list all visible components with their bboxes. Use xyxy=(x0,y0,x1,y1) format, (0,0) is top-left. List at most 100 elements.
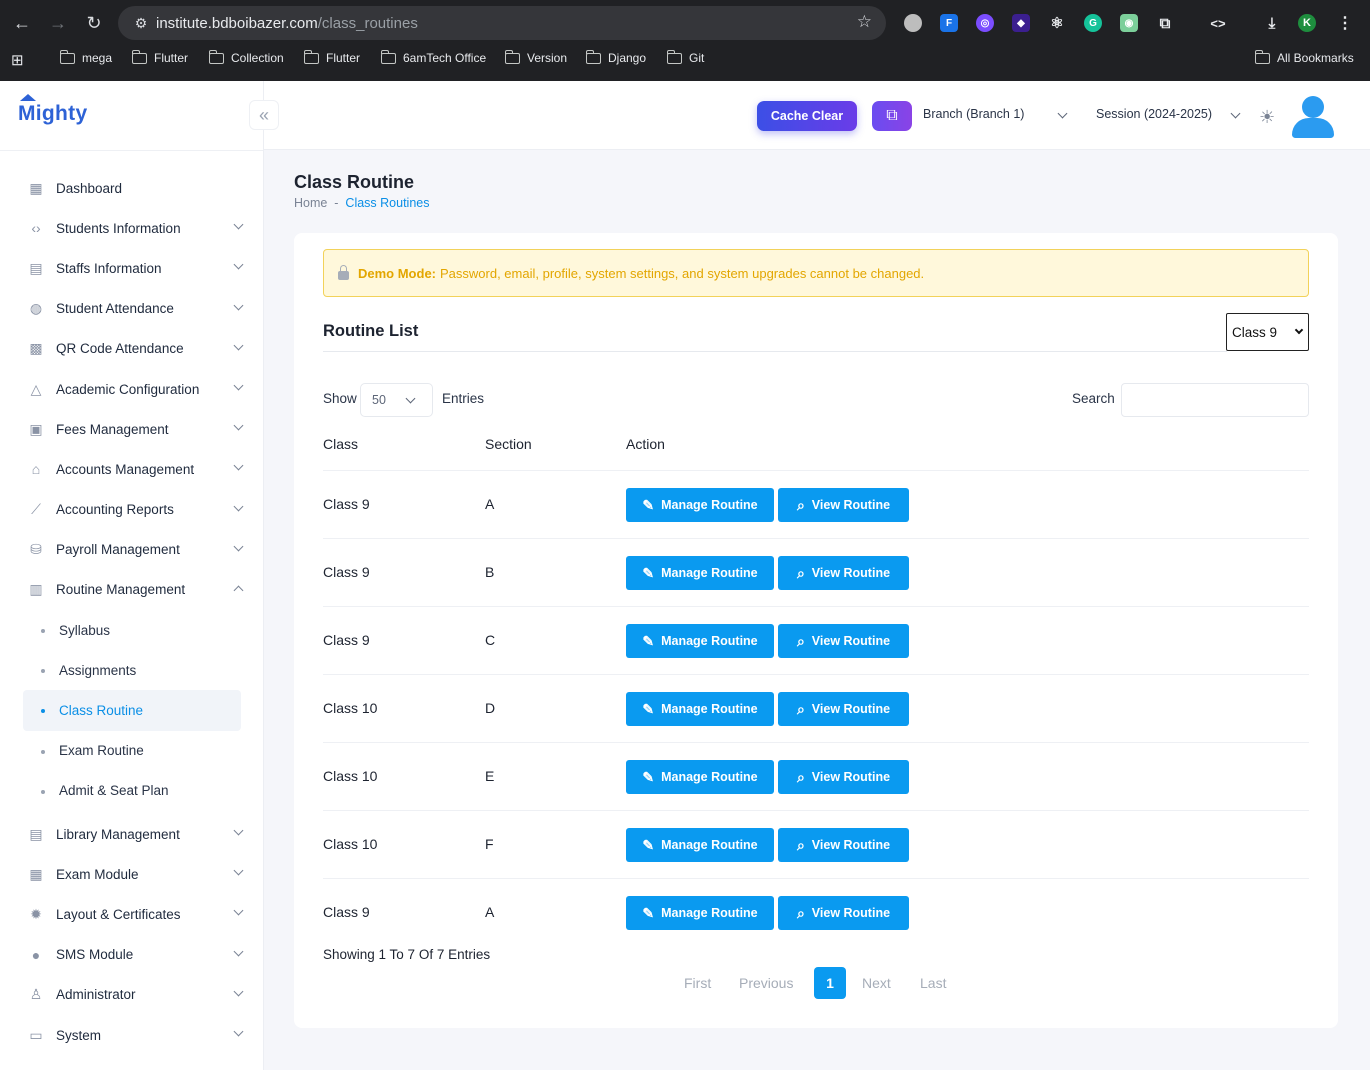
sidebar-item-sms-module[interactable]: ● SMS Module xyxy=(0,935,263,975)
theme-toggle-sun-icon[interactable]: ☀ xyxy=(1259,107,1275,128)
view-routine-button[interactable]: ⌕ View Routine xyxy=(778,692,909,726)
forward-arrow-icon[interactable]: → xyxy=(40,4,76,42)
chevron-down-icon[interactable] xyxy=(1230,108,1241,119)
extensions-puzzle-icon[interactable]: ⧉ xyxy=(1156,14,1174,32)
bookmark-folder[interactable]: Version xyxy=(504,49,567,65)
alert-message: Password, email, profile, system setting… xyxy=(440,265,925,281)
table-row: Class 10 D ✎ Manage Routine ⌕ View Routine xyxy=(323,674,1309,742)
bookmark-folder[interactable]: Django xyxy=(585,49,646,65)
cell-class: Class 10 xyxy=(323,768,378,784)
download-icon[interactable]: ⤓ xyxy=(1263,14,1281,32)
sidebar-item-staffs-information[interactable]: ▤ Staffs Information xyxy=(0,248,263,288)
sidebar-subitem-class-routine[interactable]: Class Routine xyxy=(23,690,241,731)
user-avatar[interactable] xyxy=(1290,94,1336,138)
pagination-page-1[interactable]: 1 xyxy=(814,967,846,999)
entries-select[interactable]: 50 xyxy=(360,383,433,417)
address-bar[interactable]: ⚙ institute.bdboibazer.com/class_routine… xyxy=(118,6,886,40)
pagination-previous[interactable]: Previous xyxy=(739,975,793,991)
view-routine-button[interactable]: ⌕ View Routine xyxy=(778,828,909,862)
sidebar-item-system[interactable]: ▭ System xyxy=(0,1015,263,1055)
routine-list-title: Routine List xyxy=(323,322,419,340)
bookmark-folder[interactable]: Flutter xyxy=(303,49,360,65)
sidebar-item-library-management[interactable]: ▤ Library Management xyxy=(0,814,263,854)
screenshot-icon[interactable]: ◉ xyxy=(1120,14,1138,32)
search-input[interactable] xyxy=(1121,383,1309,417)
breadcrumb-home[interactable]: Home xyxy=(294,196,327,210)
sidebar-subitem-syllabus[interactable]: Syllabus xyxy=(0,610,263,650)
url-host: institute.bdboibazer.com xyxy=(156,14,318,32)
grammarly-icon[interactable]: G xyxy=(1084,14,1102,32)
manage-routine-button[interactable]: ✎ Manage Routine xyxy=(626,556,774,590)
sidebar-item-accounting-reports[interactable]: ⟋ Accounting Reports xyxy=(0,490,263,530)
search-label: Search xyxy=(1072,391,1115,406)
pagination-first[interactable]: First xyxy=(684,975,711,991)
sidebar-item-layout-certificates[interactable]: ✹ Layout & Certificates xyxy=(0,894,263,934)
search-icon: ⌕ xyxy=(796,836,805,853)
sidebar-item-student-attendance[interactable]: ◍ Student Attendance xyxy=(0,289,263,329)
bookmark-folder[interactable]: 6amTech Office xyxy=(380,49,486,65)
extension-fi-icon[interactable]: F xyxy=(940,14,958,32)
external-link-button[interactable]: ⧉ xyxy=(872,101,912,131)
sidebar-item-exam-module[interactable]: ▦ Exam Module xyxy=(0,854,263,894)
back-arrow-icon[interactable]: ← xyxy=(4,4,40,42)
cell-class: Class 10 xyxy=(323,700,378,716)
bank-icon: ⌂ xyxy=(31,461,41,478)
sidebar-item-qr-code-attendance[interactable]: ▩ QR Code Attendance xyxy=(0,329,263,369)
bookmark-star-icon[interactable]: ☆ xyxy=(857,12,872,32)
sidebar-item-students-information[interactable]: ‹› Students Information xyxy=(0,208,263,248)
devtools-code-icon[interactable]: <> xyxy=(1209,14,1227,32)
manage-routine-button[interactable]: ✎ Manage Routine xyxy=(626,692,774,726)
pagination-last[interactable]: Last xyxy=(920,975,946,991)
lock-icon xyxy=(338,264,349,280)
apps-grid-icon[interactable]: ⊞ xyxy=(11,51,24,69)
chevron-down-icon xyxy=(233,946,244,957)
sidebar-subitem-admit-seat-plan[interactable]: Admit & Seat Plan xyxy=(0,771,263,811)
manage-routine-button[interactable]: ✎ Manage Routine xyxy=(626,760,774,794)
extension-leaf-icon[interactable] xyxy=(904,14,922,32)
bookmark-folder[interactable]: mega xyxy=(59,49,112,65)
view-routine-button[interactable]: ⌕ View Routine xyxy=(778,488,909,522)
site-info-icon[interactable]: ⚙ xyxy=(126,15,156,32)
sidebar-item-administrator[interactable]: ♙ Administrator xyxy=(0,975,263,1015)
manage-routine-button[interactable]: ✎ Manage Routine xyxy=(626,624,774,658)
session-select[interactable]: Session (2024-2025) xyxy=(1096,107,1212,121)
browser-menu-icon[interactable]: ⋮ xyxy=(1336,14,1354,32)
sidebar-subitem-exam-routine[interactable]: Exam Routine xyxy=(0,731,263,771)
view-routine-button[interactable]: ⌕ View Routine xyxy=(778,896,909,930)
sidebar-item-accounts-management[interactable]: ⌂ Accounts Management xyxy=(0,449,263,489)
bookmark-folder[interactable]: Collection xyxy=(208,49,284,65)
view-routine-button[interactable]: ⌕ View Routine xyxy=(778,760,909,794)
bookmark-folder[interactable]: Flutter xyxy=(131,49,188,65)
cache-clear-button[interactable]: Cache Clear xyxy=(757,101,857,131)
extension-diamond-icon[interactable]: ◆ xyxy=(1012,14,1030,32)
sidebar-divider xyxy=(0,150,263,151)
sidebar-subitem-assignments[interactable]: Assignments xyxy=(0,650,263,690)
chart-line-icon: ⟋ xyxy=(31,501,41,518)
extension-compass-icon[interactable]: ◎ xyxy=(976,14,994,32)
react-devtools-icon[interactable]: ⚛ xyxy=(1048,14,1066,32)
sidebar-item-routine-management[interactable]: ▥ Routine Management xyxy=(0,570,263,610)
view-routine-button[interactable]: ⌕ View Routine xyxy=(778,624,909,658)
column-header-section[interactable]: Section xyxy=(485,436,532,452)
all-bookmarks[interactable]: All Bookmarks xyxy=(1254,49,1354,65)
profile-avatar[interactable]: K xyxy=(1298,14,1316,32)
browser-toolbar: ← → ↻ ⚙ institute.bdboibazer.com/class_r… xyxy=(0,4,1370,42)
app-logo[interactable]: Mighty xyxy=(18,94,87,126)
sidebar-item-fees-management[interactable]: ▣ Fees Management xyxy=(0,409,263,449)
sidebar-item-dashboard[interactable]: ▦ Dashboard xyxy=(0,168,263,208)
view-routine-button[interactable]: ⌕ View Routine xyxy=(778,556,909,590)
branch-select[interactable]: Branch (Branch 1) xyxy=(923,107,1024,121)
bookmark-folder[interactable]: Git xyxy=(666,49,704,65)
pagination-next[interactable]: Next xyxy=(862,975,891,991)
sidebar-collapse-icon[interactable]: « xyxy=(249,100,279,130)
chevron-down-icon[interactable] xyxy=(1057,108,1068,119)
manage-routine-button[interactable]: ✎ Manage Routine xyxy=(626,896,774,930)
manage-routine-button[interactable]: ✎ Manage Routine xyxy=(626,828,774,862)
reload-icon[interactable]: ↻ xyxy=(76,4,112,42)
manage-routine-button[interactable]: ✎ Manage Routine xyxy=(626,488,774,522)
sidebar-item-payroll-management[interactable]: ⛁ Payroll Management xyxy=(0,530,263,570)
column-header-class[interactable]: Class xyxy=(323,436,358,452)
sidebar-item-academic-configuration[interactable]: △ Academic Configuration xyxy=(0,369,263,409)
class-filter-select[interactable]: Class 9 xyxy=(1226,313,1309,351)
breadcrumb: Home - Class Routines xyxy=(294,196,430,210)
